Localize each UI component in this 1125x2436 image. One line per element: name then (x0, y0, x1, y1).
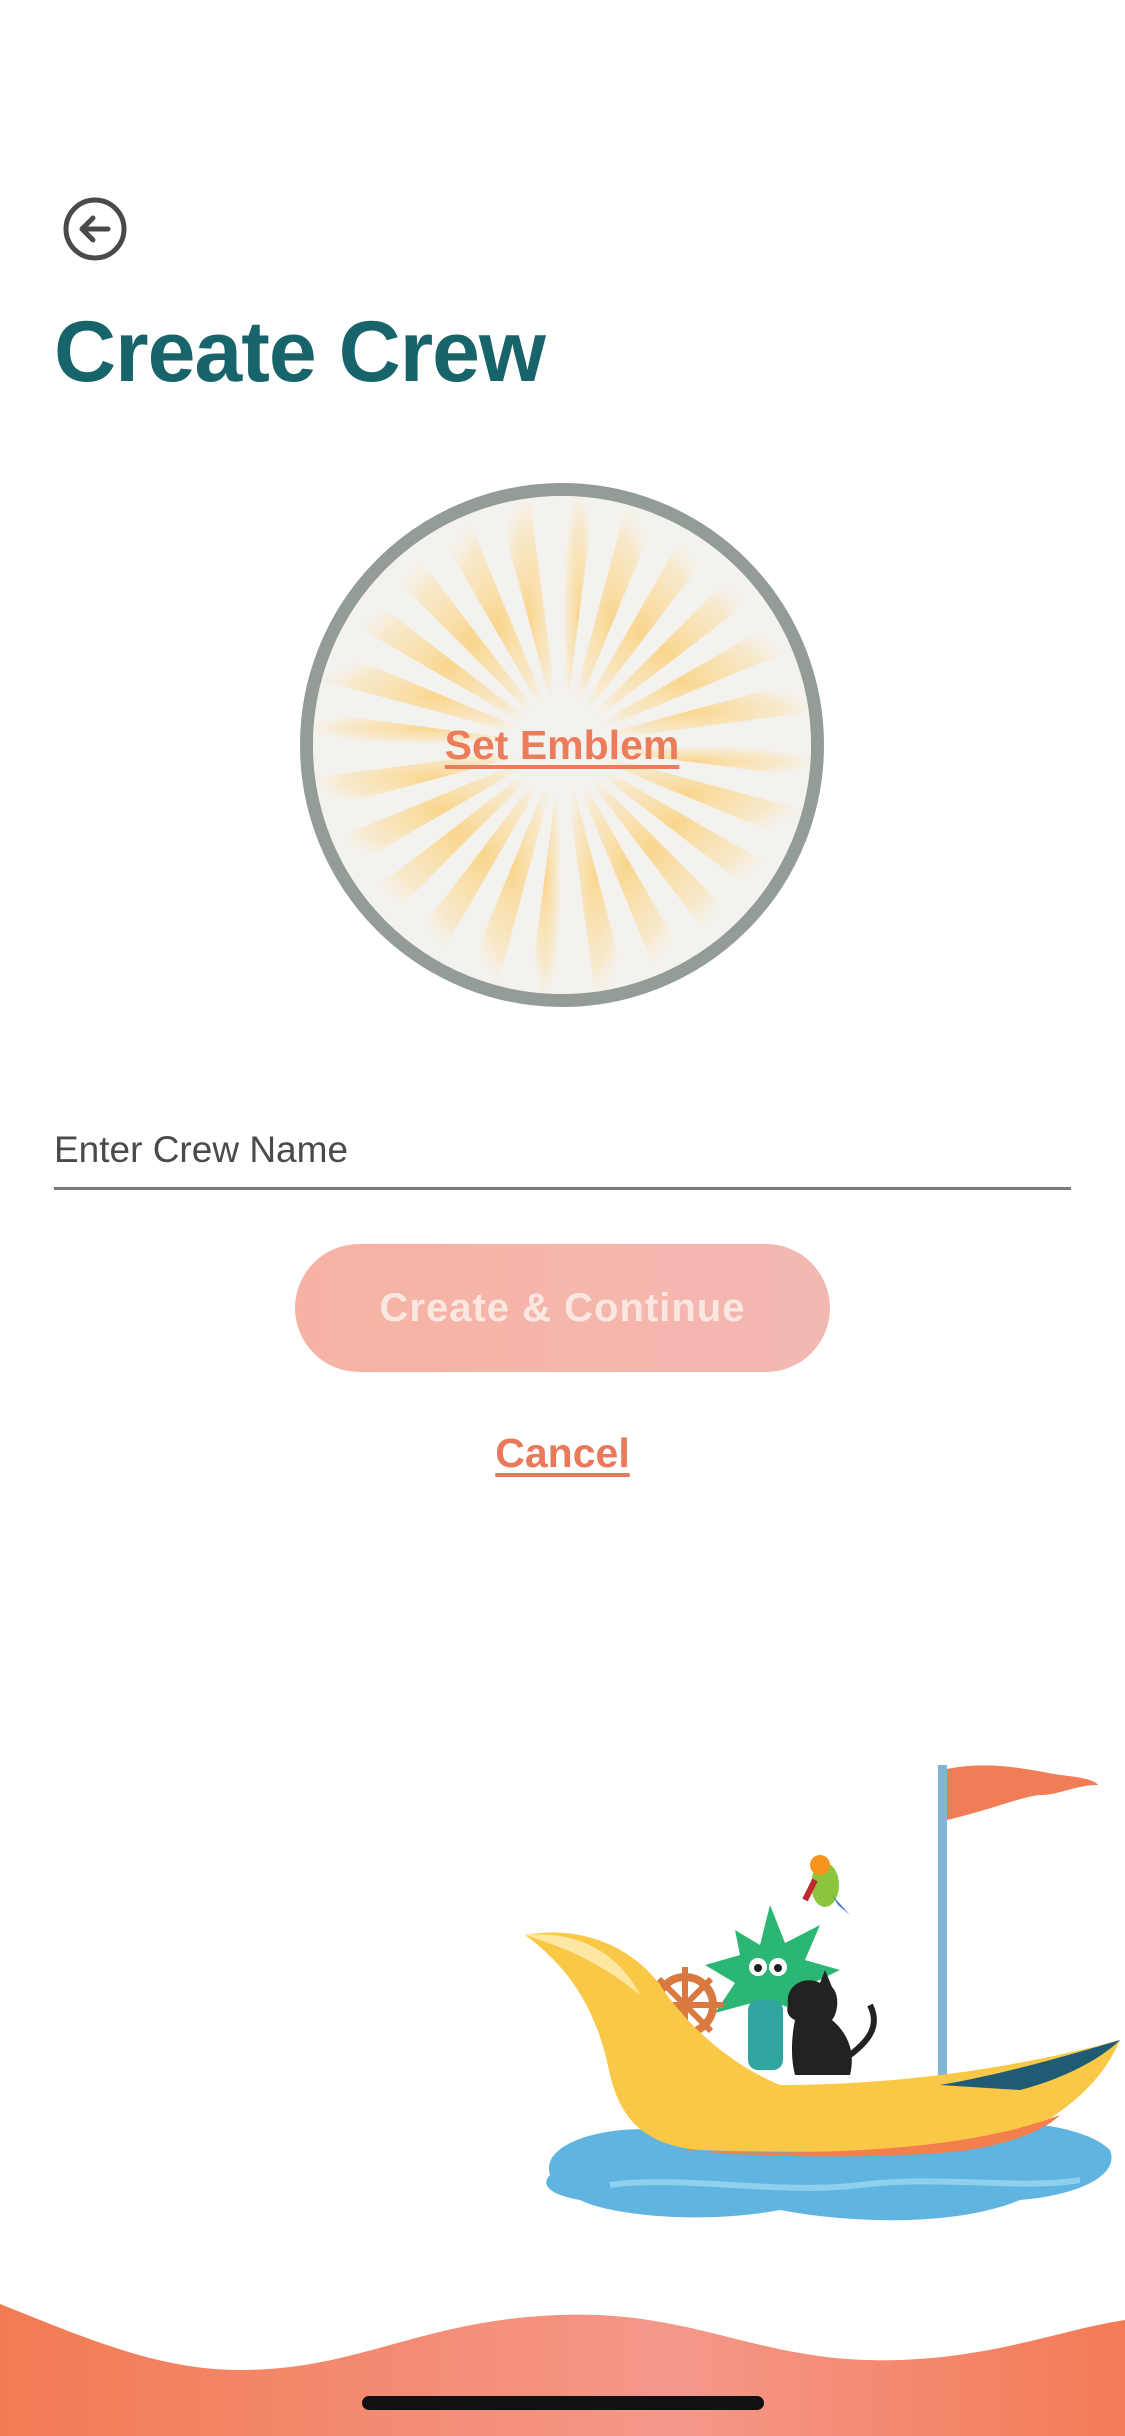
create-continue-button[interactable]: Create & Continue (295, 1244, 830, 1372)
set-emblem-button[interactable]: Set Emblem (300, 483, 824, 1007)
crew-name-input[interactable] (54, 1112, 1071, 1190)
cancel-link[interactable]: Cancel (0, 1430, 1125, 1477)
wave-footer-decoration (0, 2304, 1125, 2436)
home-indicator (362, 2396, 764, 2410)
page-title: Create Crew (54, 304, 546, 400)
arrow-left-circle-icon (63, 197, 127, 261)
set-emblem-label: Set Emblem (444, 721, 680, 768)
back-button[interactable] (62, 196, 128, 262)
create-crew-screen: Create Crew Set Emblem Create & Continue… (0, 0, 1125, 2436)
pirate-boat-illustration (525, 1765, 1120, 2221)
